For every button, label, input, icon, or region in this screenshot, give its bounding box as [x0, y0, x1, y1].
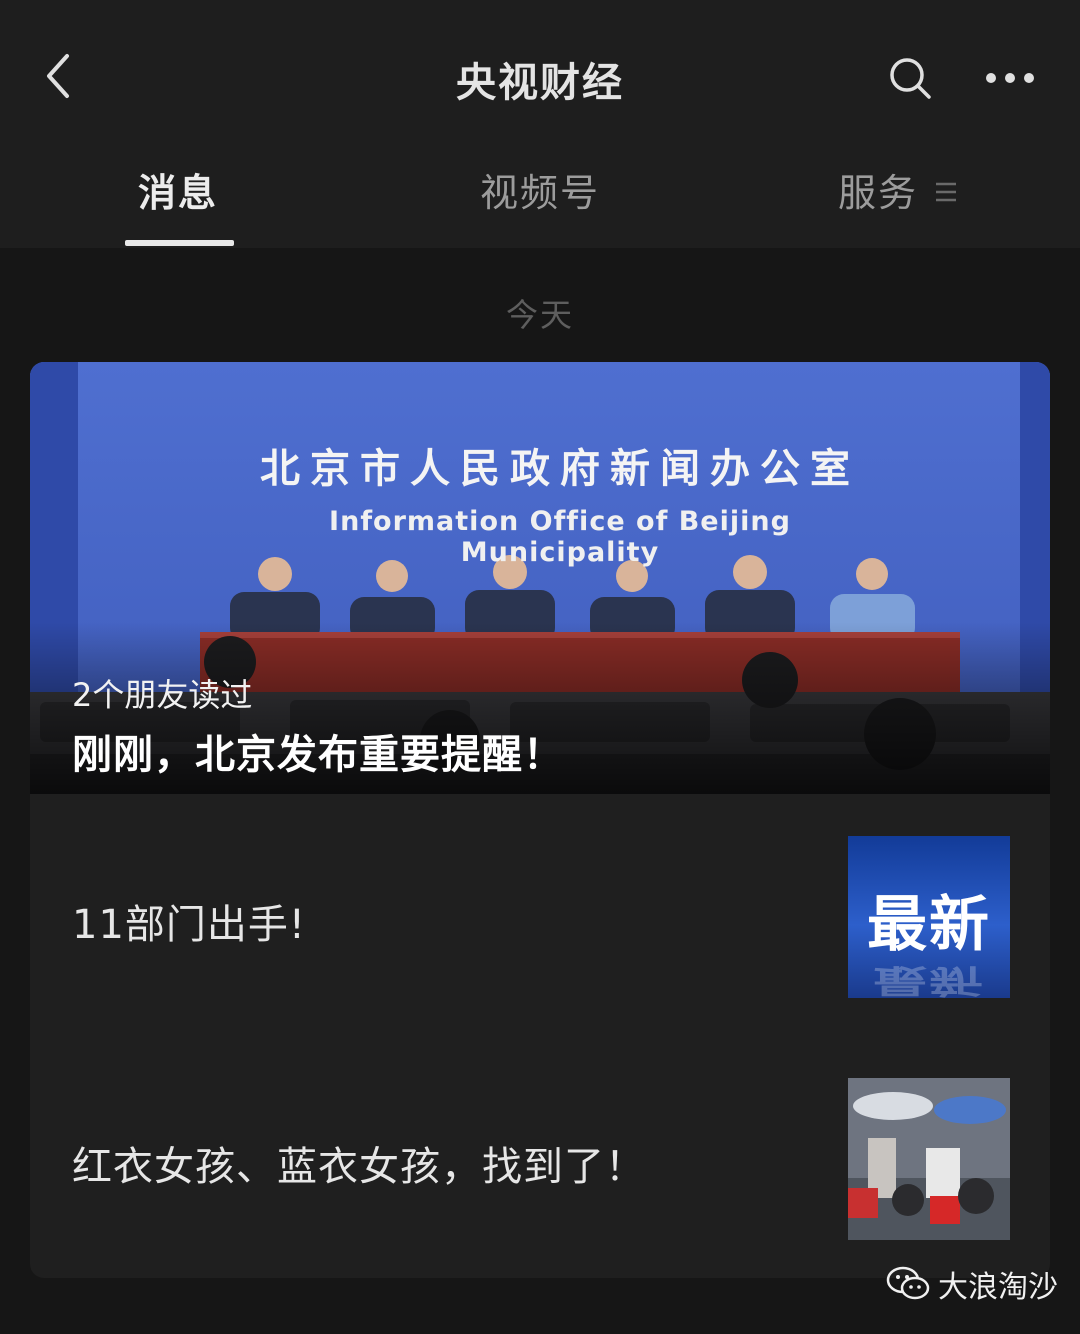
list-item[interactable]: 11部门出手! 最新 最新 — [30, 794, 1050, 1034]
watermark-text: 大浪淘沙 — [938, 1270, 1058, 1305]
article-thumbnail — [848, 1078, 1010, 1240]
top-bar: 央视财经 消息 视频号 服务 — [0, 0, 1080, 248]
article-title: 红衣女孩、蓝衣女孩，找到了！ — [72, 1144, 646, 1190]
article-title: 11部门出手! — [72, 902, 306, 948]
tab-bar: 消息 视频号 服务 — [0, 150, 1080, 248]
menu-lines-icon — [936, 182, 956, 202]
more-dots-icon — [986, 73, 1034, 83]
backdrop-banner-cn: 北京市人民政府新闻办公室 — [260, 446, 860, 492]
friends-read-count: 2个朋友读过 — [72, 676, 253, 714]
more-button[interactable] — [975, 48, 1045, 108]
tab-services[interactable]: 服务 — [838, 162, 918, 217]
active-tab-indicator — [125, 240, 234, 246]
backdrop-banner-en: Information Office of Beijing Municipali… — [329, 506, 791, 568]
wechat-icon — [886, 1266, 930, 1300]
thumbnail-reflection: 最新 — [873, 961, 985, 998]
date-separator: 今天 — [505, 296, 574, 334]
hero-article[interactable]: 北京市人民政府新闻办公室 Information Office of Beiji… — [30, 362, 1050, 794]
search-icon — [890, 58, 931, 99]
tab-messages[interactable]: 消息 — [138, 162, 218, 217]
search-button[interactable] — [880, 48, 940, 108]
watermark: 大浪淘沙 — [886, 1262, 1058, 1306]
hero-article-title: 刚刚，北京发布重要提醒！ — [72, 732, 564, 778]
article-card: 北京市人民政府新闻办公室 Information Office of Beiji… — [30, 362, 1050, 1278]
thumbnail-photo — [848, 1078, 1010, 1240]
article-thumbnail: 最新 最新 — [848, 836, 1010, 998]
tab-channels[interactable]: 视频号 — [480, 162, 600, 217]
thumbnail-text: 最新 — [867, 890, 991, 960]
list-item[interactable]: 红衣女孩、蓝衣女孩，找到了！ — [30, 1038, 1050, 1278]
